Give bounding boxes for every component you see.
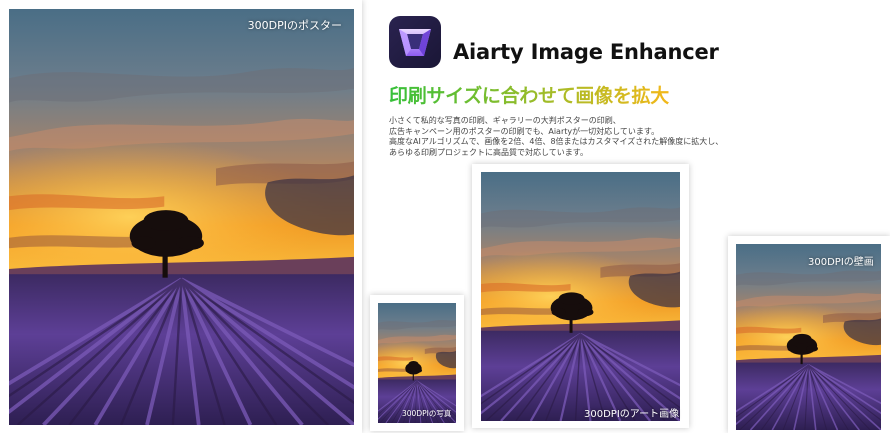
photo-label: 300DPIの写真: [402, 409, 452, 418]
description: 小さくて私的な写真の印刷、ギャラリーの大判ポスターの印刷、 広告キャンペーン用の…: [389, 116, 729, 158]
art-print-frame: 300DPIのアート画像: [472, 164, 689, 428]
art-photo: [481, 172, 680, 421]
description-line: 高度なAIアルゴリズムで、画像を2倍、4倍、8倍またはカスタマイズされた解像度に…: [389, 137, 724, 146]
description-line: 小さくて私的な写真の印刷、ギャラリーの大判ポスターの印刷、: [389, 116, 621, 125]
sunset-lavender-image: [736, 244, 881, 430]
small-photo: [378, 303, 456, 423]
poster-photo: [9, 9, 354, 425]
mural-print-frame: 300DPIの壁画: [728, 236, 890, 433]
description-line: あらゆる印刷プロジェクトに高品質で対応しています。: [389, 147, 588, 157]
app-title: Aiarty Image Enhancer: [453, 40, 719, 64]
art-label: 300DPIのアート画像: [584, 409, 680, 420]
mural-photo: [736, 244, 881, 430]
sunset-lavender-image: [378, 303, 456, 423]
poster-label: 300DPIのポスター: [247, 19, 342, 32]
poster-print-frame: 300DPIのポスター: [0, 0, 362, 433]
sunset-lavender-image: [481, 172, 680, 421]
photo-print-frame: 300DPIの写真: [370, 295, 464, 431]
aiarty-logo-icon: [389, 16, 441, 68]
sunset-lavender-image: [9, 9, 354, 425]
headline: 印刷サイズに合わせて画像を拡大: [389, 81, 669, 108]
description-line: 広告キャンペーン用のポスターの印刷でも、Aiartyが一切対応しています。: [389, 126, 660, 136]
mural-label: 300DPIの壁画: [808, 257, 874, 268]
